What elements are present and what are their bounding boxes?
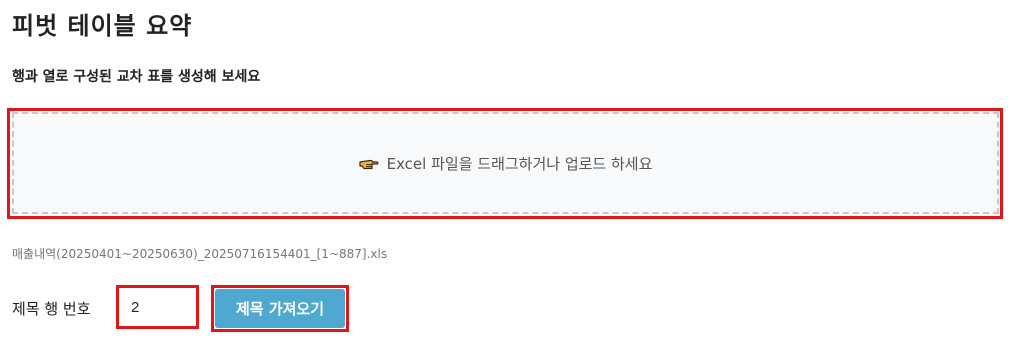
uploaded-file-name: 매출내역(20250401~20250630)_20250716154401_[…	[12, 247, 388, 261]
page-title: 피벗 테이블 요약	[12, 12, 193, 40]
fetch-headers-button[interactable]: 제목 가져오기	[215, 289, 345, 328]
header-row-input[interactable]	[116, 285, 199, 329]
pointing-hand-icon	[358, 156, 379, 170]
header-row-label: 제목 행 번호	[12, 300, 91, 318]
file-dropzone[interactable]: Excel 파일을 드래그하거나 업로드 하세요	[12, 112, 999, 214]
dropzone-label: Excel 파일을 드래그하거나 업로드 하세요	[386, 154, 653, 173]
page-subtitle: 행과 열로 구성된 교차 표를 생성해 보세요	[12, 69, 261, 85]
